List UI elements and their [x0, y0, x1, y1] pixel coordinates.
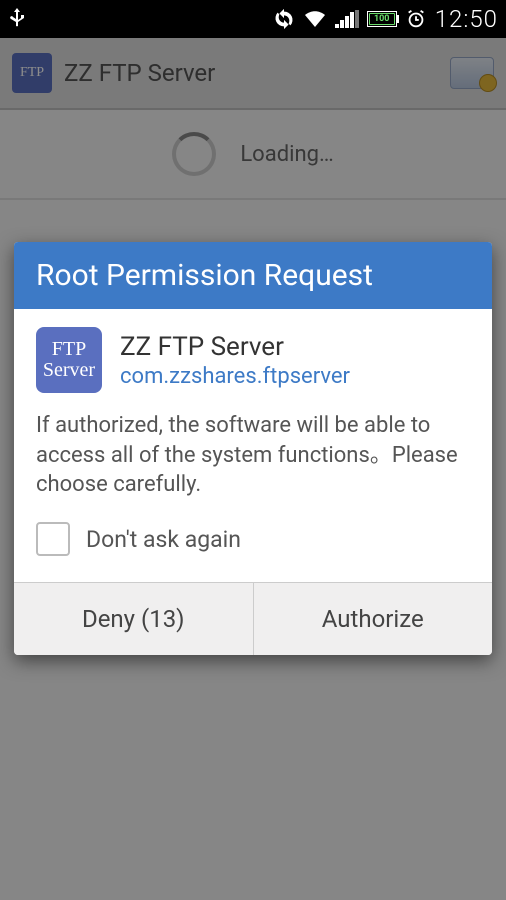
wifi-icon — [303, 9, 327, 29]
dont-ask-label: Don't ask again — [86, 526, 241, 553]
deny-button[interactable]: Deny (13) — [14, 583, 254, 655]
battery-text: 100 — [374, 14, 390, 24]
root-permission-dialog: Root Permission Request FTPServer ZZ FTP… — [14, 242, 492, 655]
clock: 12:50 — [435, 5, 498, 33]
usb-icon — [8, 6, 26, 32]
signal-icon — [335, 10, 359, 28]
sync-icon — [273, 8, 295, 30]
alarm-icon — [405, 8, 427, 30]
dialog-buttons: Deny (13) Authorize — [14, 582, 492, 655]
app-name: ZZ FTP Server — [120, 332, 350, 362]
app-package: com.zzshares.ftpserver — [120, 364, 350, 389]
app-info-row: FTPServer ZZ FTP Server com.zzshares.ftp… — [36, 327, 470, 393]
dont-ask-row[interactable]: Don't ask again — [36, 518, 470, 570]
battery-icon: 100 — [367, 11, 397, 27]
dialog-message: If authorized, the software will be able… — [36, 411, 470, 500]
app-icon-large: FTPServer — [36, 327, 102, 393]
dialog-title: Root Permission Request — [14, 242, 492, 309]
status-bar: 100 12:50 — [0, 0, 506, 38]
dont-ask-checkbox[interactable] — [36, 522, 70, 556]
authorize-button[interactable]: Authorize — [254, 583, 493, 655]
